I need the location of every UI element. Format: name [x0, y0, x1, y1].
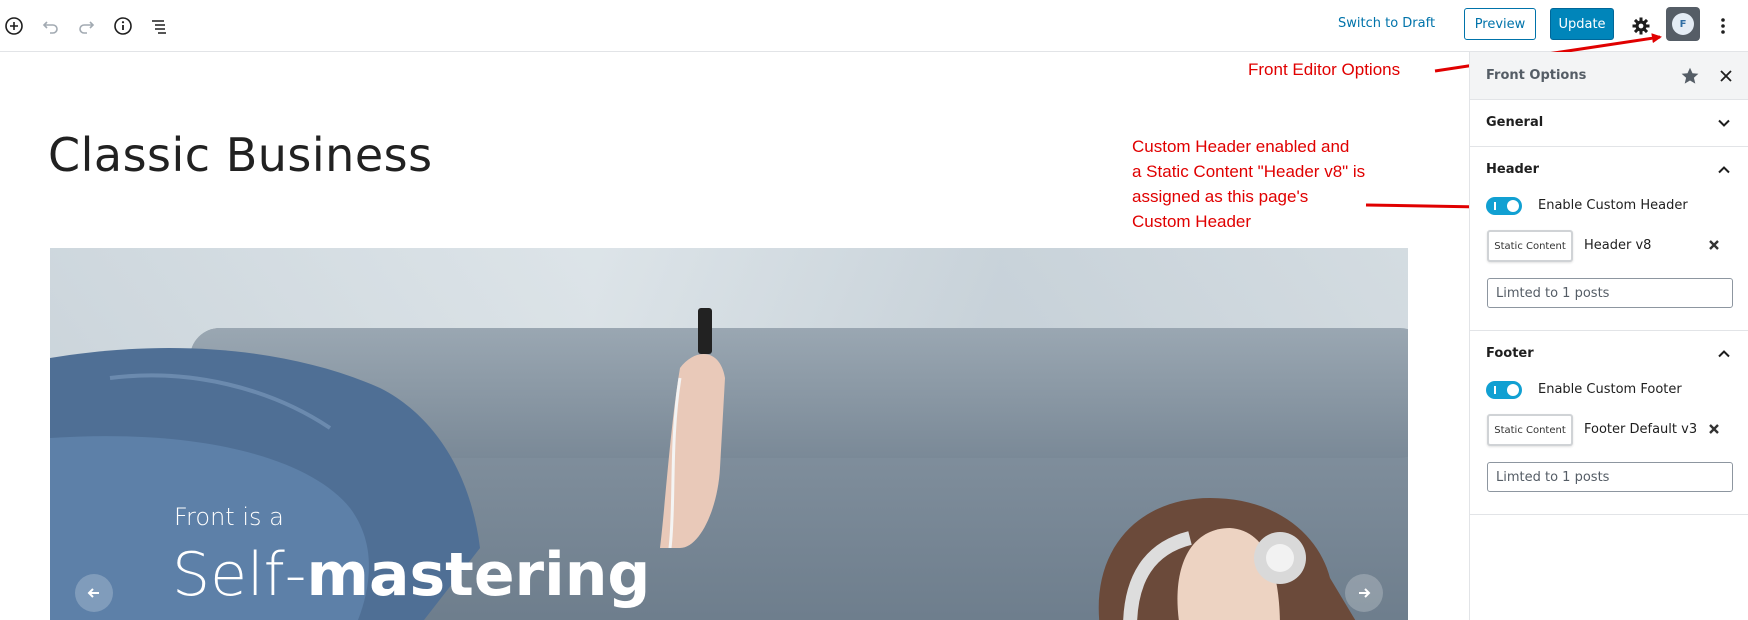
chevron-up-icon: [1714, 344, 1734, 364]
panel-general: General: [1470, 100, 1748, 147]
enable-custom-footer-label: Enable Custom Footer: [1538, 382, 1682, 397]
sidebar-header: Front Options: [1470, 52, 1748, 100]
header-static-content-row: Static Content Header v8: [1470, 221, 1748, 267]
chevron-down-icon: [1714, 113, 1734, 133]
panel-header: Header Enable Custom Header Static Conte…: [1470, 147, 1748, 331]
enable-custom-header-toggle[interactable]: [1486, 197, 1522, 215]
panel-general-title: General: [1486, 115, 1544, 130]
enable-custom-footer-row: Enable Custom Footer: [1470, 377, 1748, 405]
annotation-arrow-header-toggle: [1365, 201, 1484, 212]
sidebar-title: Front Options: [1486, 68, 1587, 83]
panel-footer-title: Footer: [1486, 346, 1534, 361]
panel-footer: Footer Enable Custom Footer Static Conte…: [1470, 331, 1748, 515]
footer-static-content-row: Static Content Footer Default v3: [1470, 405, 1748, 451]
panel-header-title: Header: [1486, 162, 1540, 177]
star-icon[interactable]: [1678, 64, 1702, 88]
panel-header-toggle[interactable]: Header: [1470, 147, 1748, 193]
enable-custom-header-row: Enable Custom Header: [1470, 193, 1748, 221]
enable-custom-header-label: Enable Custom Header: [1538, 198, 1688, 213]
static-content-badge: Static Content: [1487, 230, 1573, 262]
header-search-input[interactable]: [1487, 278, 1733, 308]
footer-selected-item: Footer Default v3: [1584, 422, 1698, 437]
panel-footer-toggle[interactable]: Footer: [1470, 331, 1748, 377]
remove-header-icon[interactable]: [1706, 237, 1722, 253]
close-icon[interactable]: [1714, 64, 1738, 88]
chevron-up-icon: [1714, 160, 1734, 180]
enable-custom-footer-toggle[interactable]: [1486, 381, 1522, 399]
header-selected-item: Header v8: [1584, 238, 1652, 253]
footer-search-input[interactable]: [1487, 462, 1733, 492]
static-content-badge: Static Content: [1487, 414, 1573, 446]
panel-general-toggle[interactable]: General: [1470, 100, 1748, 146]
front-options-sidebar: Front Options General Header Enable Cust…: [1469, 52, 1748, 620]
remove-footer-icon[interactable]: [1706, 421, 1722, 437]
